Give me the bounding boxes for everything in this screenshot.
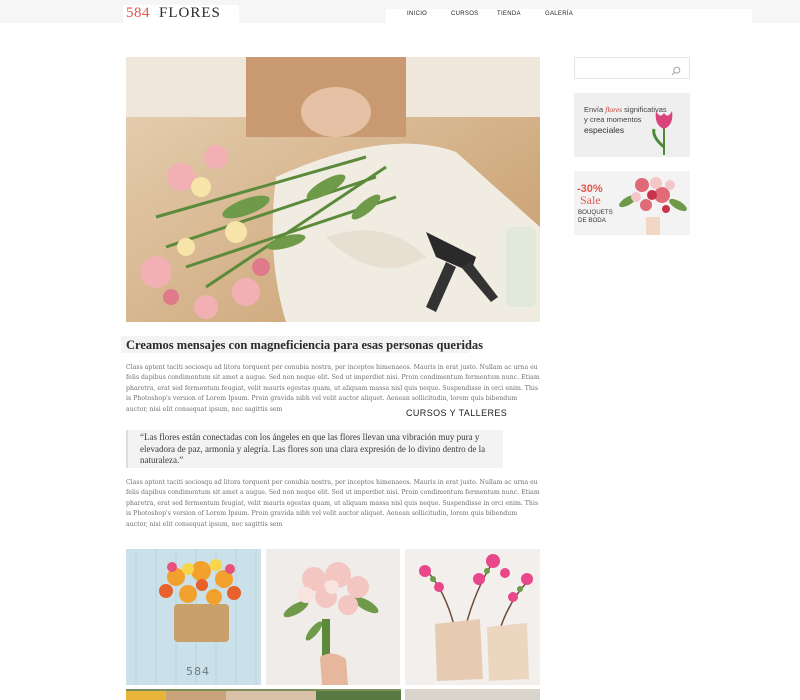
gallery-image-bougainvillea[interactable] xyxy=(405,549,540,685)
quote-block: “Las flores están conectadas con los áng… xyxy=(126,430,503,468)
main-nav: INICIO CURSOS TIENDA GALERÍA xyxy=(386,9,752,23)
gallery-image-bottom-right[interactable] xyxy=(405,689,540,700)
gallery-image-basket[interactable]: 584 xyxy=(126,549,261,685)
search-box xyxy=(574,57,690,79)
article-paragraph-2: Class aptent taciti sociosqu ad litora t… xyxy=(126,479,540,528)
section-label-cursos[interactable]: CURSOS Y TALLERES xyxy=(406,408,507,418)
bouquet-icon xyxy=(619,177,687,235)
gallery-image-bottom-left[interactable] xyxy=(126,689,401,700)
logo-name: FLORES xyxy=(159,5,221,21)
nav-item-cursos[interactable]: CURSOS xyxy=(451,11,478,17)
promo-banner-send-flowers[interactable]: Envía flores significativas y crea momen… xyxy=(574,93,690,157)
logo-number: 584 xyxy=(126,5,150,21)
search-icon[interactable] xyxy=(671,63,681,76)
promo-banner-wedding-bouquets[interactable]: -30% Sale BOUQUETS DE BODA xyxy=(574,171,690,235)
nav-item-tienda[interactable]: TIENDA xyxy=(497,11,521,17)
nav-item-galeria[interactable]: GALERÍA xyxy=(545,11,573,17)
plate-number: 584 xyxy=(186,665,210,678)
sale-word: Sale xyxy=(580,193,601,207)
quote-text: “Las flores están conectadas con los áng… xyxy=(140,432,486,465)
sale-subtitle: BOUQUETS DE BODA xyxy=(578,209,613,224)
article-headline: Creamos mensajes con magneficiencia para… xyxy=(126,338,484,352)
search-input[interactable] xyxy=(579,61,669,75)
tulip-icon xyxy=(652,111,673,155)
gallery-image-bouquet[interactable] xyxy=(266,549,400,685)
site-logo[interactable]: 584 FLORES xyxy=(123,5,239,24)
nav-item-inicio[interactable]: INICIO xyxy=(407,11,427,17)
hero-image xyxy=(126,57,540,322)
